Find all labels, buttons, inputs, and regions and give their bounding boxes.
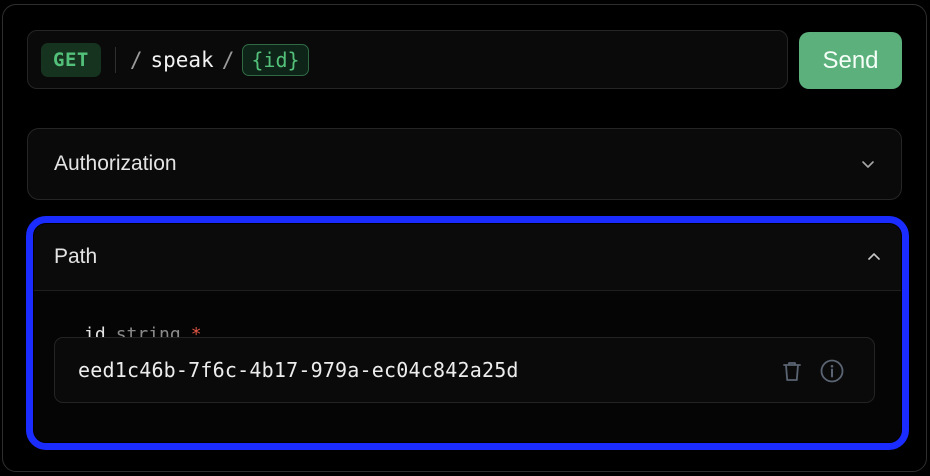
- url-divider: [114, 46, 116, 73]
- path-param-chip[interactable]: {id}: [242, 43, 309, 76]
- chevron-down-icon[interactable]: [861, 157, 875, 171]
- path-separator: /: [221, 47, 235, 72]
- path-segment-speak: speak: [150, 47, 214, 72]
- highlight-outline: [26, 216, 909, 450]
- send-button[interactable]: Send: [799, 32, 902, 89]
- http-method-badge[interactable]: GET: [41, 42, 101, 77]
- authorization-title: Authorization: [54, 152, 177, 175]
- path-separator: /: [129, 47, 143, 72]
- authorization-section-header[interactable]: Authorization: [27, 128, 902, 200]
- url-bar[interactable]: GET / speak / {id}: [27, 30, 788, 89]
